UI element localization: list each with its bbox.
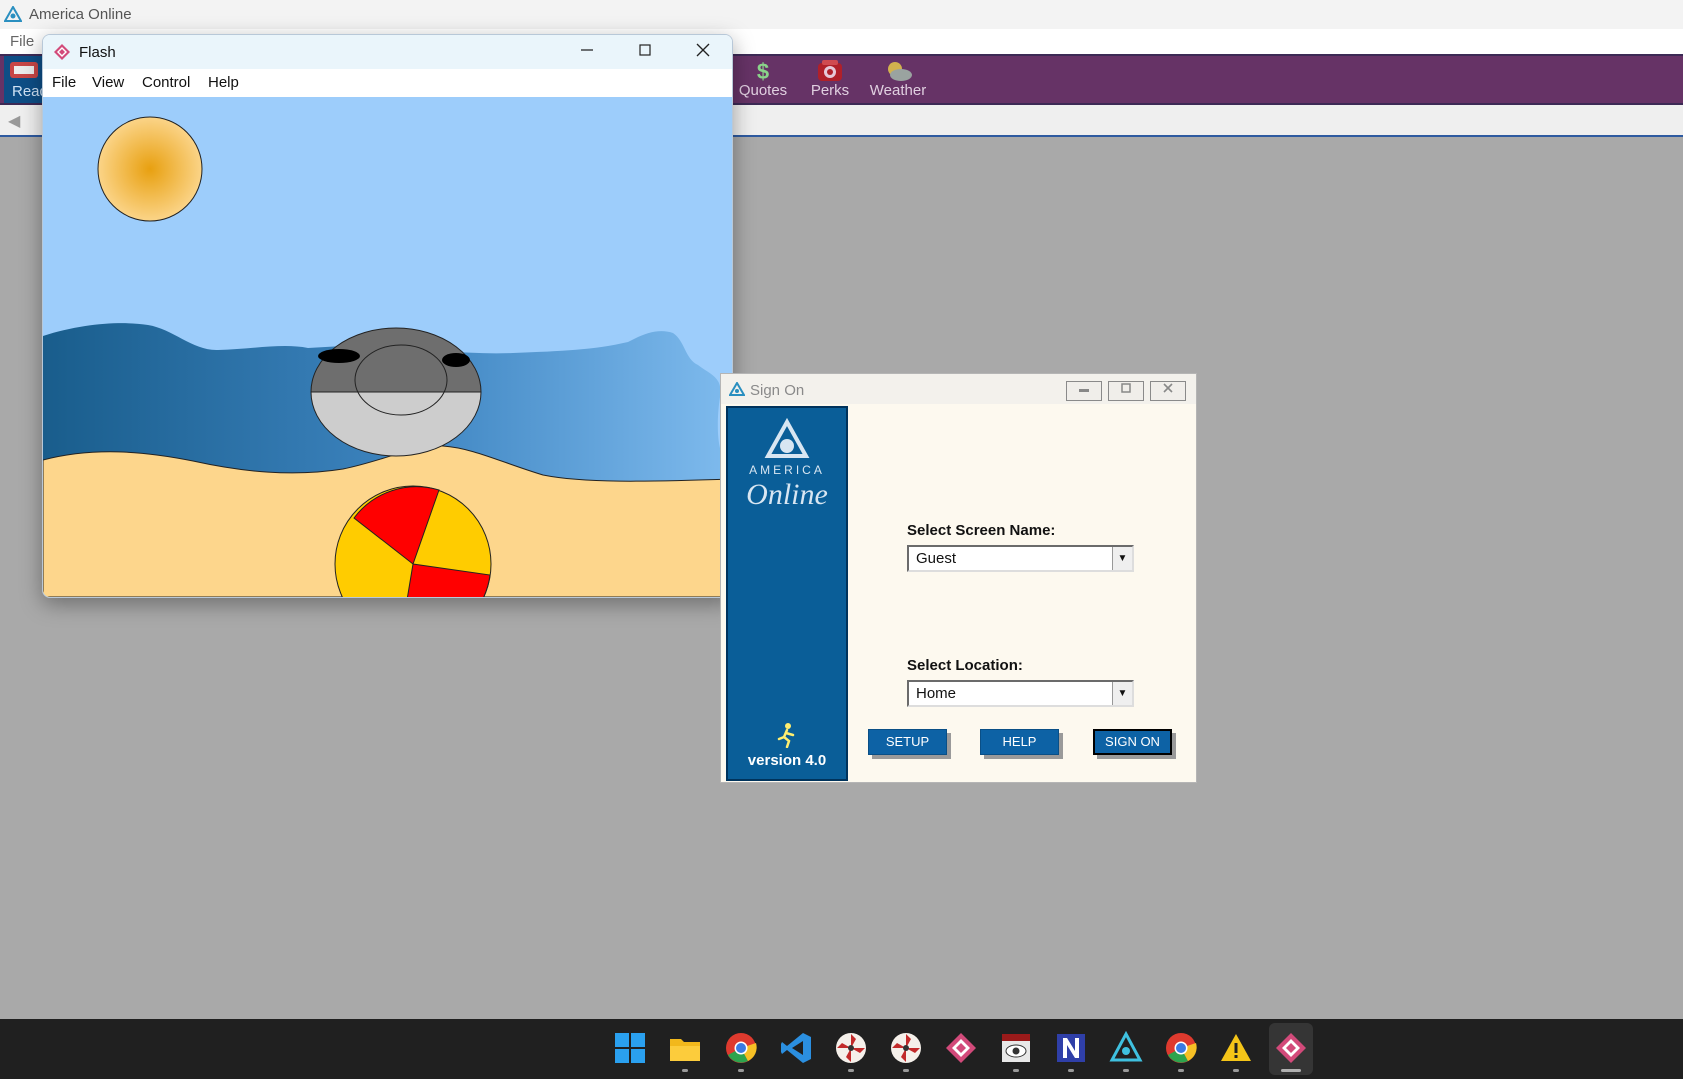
pinwheel-app-icon[interactable] [834, 1031, 868, 1065]
running-indicator [1013, 1069, 1019, 1072]
toolbar-read-button[interactable]: Read [4, 56, 44, 103]
toolbar-quotes-button[interactable]: $ Quotes [728, 58, 798, 104]
restore-icon [1121, 383, 1131, 393]
running-indicator [738, 1069, 744, 1072]
sign-on-minimize-button[interactable] [1066, 381, 1102, 401]
toolbar-perks-button[interactable]: Perks [795, 58, 865, 104]
maximize-icon [639, 44, 651, 56]
flash-maximize-button[interactable] [616, 35, 674, 69]
minimize-icon [1079, 389, 1089, 392]
flash-icon[interactable] [944, 1031, 978, 1065]
sign-on-close-button[interactable] [1150, 381, 1186, 401]
svg-text:$: $ [757, 59, 769, 84]
sign-on-dialog: Sign On AMERICA Online version 4.0 Selec… [720, 373, 1197, 783]
aol-window-title: America Online [29, 6, 132, 23]
location-label: Select Location: [907, 657, 1023, 674]
toolbar-weather-label: Weather [869, 82, 927, 99]
aol-menu-file[interactable]: File [10, 33, 34, 50]
running-indicator [848, 1069, 854, 1072]
n-app-icon[interactable] [1054, 1031, 1088, 1065]
setup-button[interactable]: SETUP [868, 729, 947, 755]
screen-name-value: Guest [916, 550, 957, 567]
dropdown-arrow-icon[interactable]: ▼ [1112, 682, 1132, 705]
running-indicator [1233, 1069, 1239, 1072]
weather-icon [888, 62, 912, 81]
taskbar [0, 1019, 1683, 1079]
toolbar-quotes-label: Quotes [738, 82, 788, 99]
dollar-icon: $ [757, 59, 769, 84]
beach-scene [43, 97, 732, 597]
flash-menu-control[interactable]: Control [142, 74, 190, 91]
file-explorer-icon[interactable] [668, 1031, 702, 1065]
aol-version-label: version 4.0 [747, 752, 827, 769]
minimize-icon [581, 49, 593, 51]
location-value: Home [916, 685, 957, 702]
location-select[interactable]: Home ▼ [907, 680, 1134, 707]
windows-start-icon[interactable] [613, 1031, 647, 1065]
flash-active-icon[interactable] [1274, 1031, 1308, 1065]
seal [310, 327, 482, 457]
sign-on-title: Sign On [750, 382, 805, 399]
aol-small-icon [729, 382, 745, 396]
sun [97, 116, 203, 222]
flash-menu-help[interactable]: Help [208, 74, 239, 91]
svg-text:Online: Online [746, 478, 828, 511]
running-indicator [1123, 1069, 1129, 1072]
sign-on-button[interactable]: SIGN ON [1093, 729, 1172, 755]
eye-app-icon[interactable] [999, 1031, 1033, 1065]
aol-icon[interactable] [1109, 1031, 1143, 1065]
flash-minimize-button[interactable] [558, 35, 616, 69]
flash-menu-file[interactable]: File [52, 74, 76, 91]
toolbar-weather-button[interactable]: Weather [863, 58, 933, 104]
flash-stage[interactable] [43, 97, 732, 597]
flash-title-bar: Flash [43, 35, 732, 69]
back-arrow-icon[interactable]: ◀ [8, 111, 20, 131]
sign-on-maximize-button[interactable] [1108, 381, 1144, 401]
aol-logo-icon [4, 6, 22, 22]
flash-window-title: Flash [79, 44, 116, 61]
running-indicator [1068, 1069, 1074, 1072]
svg-text:AMERICA: AMERICA [749, 463, 825, 477]
help-button[interactable]: HELP [980, 729, 1059, 755]
screen-name-label: Select Screen Name: [907, 522, 1056, 539]
flash-close-button[interactable] [674, 35, 732, 69]
running-indicator [1178, 1069, 1184, 1072]
running-man-icon [777, 723, 795, 748]
chrome-icon[interactable] [724, 1031, 758, 1065]
vscode-icon[interactable] [779, 1031, 813, 1065]
perks-icon [818, 60, 842, 81]
dropdown-arrow-icon[interactable]: ▼ [1112, 547, 1132, 570]
aol-brand-logo: AMERICA Online [746, 417, 828, 511]
close-icon [1163, 383, 1173, 393]
flash-menu-view[interactable]: View [92, 74, 124, 91]
running-indicator [682, 1069, 688, 1072]
sign-on-title-bar: Sign On [721, 374, 1196, 404]
flash-app-icon [54, 44, 70, 60]
flash-menu-bar: File View Control Help [43, 69, 732, 97]
sign-on-sidebar: AMERICA Online version 4.0 [726, 406, 848, 781]
active-indicator [1281, 1069, 1301, 1072]
chrome-icon-2[interactable] [1164, 1031, 1198, 1065]
screen-name-select[interactable]: Guest ▼ [907, 545, 1134, 572]
close-icon [696, 43, 710, 57]
running-indicator [903, 1069, 909, 1072]
toolbar-perks-label: Perks [810, 82, 850, 99]
flash-window: Flash File View Control Help [42, 34, 733, 598]
aol-title-bar: America Online [0, 0, 1683, 29]
pinwheel-app-icon-2[interactable] [889, 1031, 923, 1065]
warning-icon[interactable] [1219, 1031, 1253, 1065]
toolbar-read-label: Read [12, 83, 44, 100]
mail-icon [10, 62, 38, 78]
